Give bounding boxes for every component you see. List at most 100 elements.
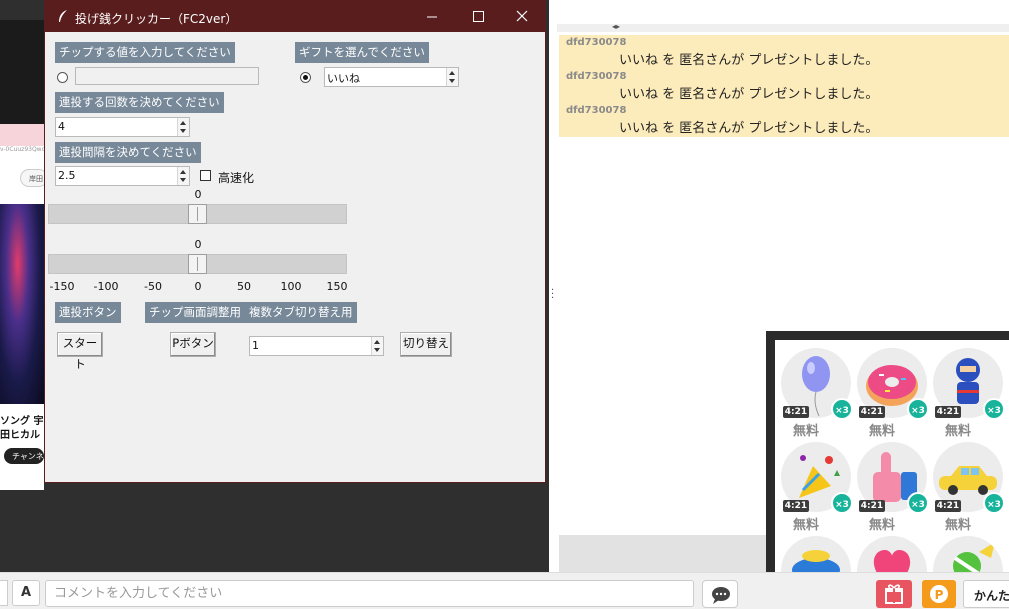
font-size-button[interactable]: A [12, 580, 40, 606]
scale2-slider[interactable] [48, 254, 347, 274]
feed-username: dfd730078 [566, 37, 627, 48]
song-artist: 田ヒカル [0, 430, 40, 441]
burst-section-label: 連投ボタン [55, 302, 121, 323]
minimize-button[interactable] [409, 1, 455, 32]
background-song-info: ソング 宇多 田ヒカル チャンネル [0, 404, 44, 490]
title-bar[interactable]: 投げ銭クリッカー（FC2ver） [45, 1, 545, 32]
feed-message: いいね を 匿名さんが プレゼントしました。 [619, 53, 879, 68]
gift-tile-donut[interactable]: 4:21 ×3 無料 [851, 340, 929, 439]
repeat-count-spinbox[interactable]: 4 [55, 117, 190, 137]
gift-button[interactable] [876, 580, 912, 608]
gift-tile-party-popper[interactable]: 4:21 ×3 無料 [775, 434, 853, 533]
interval-spinbox[interactable]: 2.5 [55, 166, 190, 186]
spinbox-arrows-icon[interactable] [177, 167, 189, 185]
channel-button[interactable]: チャンネル [4, 448, 44, 464]
song-title: ソング 宇多 [0, 416, 44, 427]
feather-icon [59, 10, 67, 22]
tip-value-input[interactable] [75, 67, 259, 85]
feed-message: いいね を 匿名さんが プレゼントしました。 [619, 121, 879, 136]
gift-tile-candy[interactable] [927, 528, 1003, 576]
splitter-handle-icon[interactable]: · · · [551, 286, 555, 304]
gift-radio[interactable] [300, 72, 311, 83]
gift-timer: 4:21 [783, 500, 809, 512]
scale-tick: -100 [93, 280, 119, 293]
point-button[interactable]: P [922, 580, 956, 608]
repeat-count-value: 4 [58, 120, 65, 133]
interval-label: 連投間隔を決めてください [55, 142, 201, 163]
interval-value: 2.5 [58, 169, 76, 182]
scale2-value: 0 [194, 238, 202, 251]
p-button[interactable]: Pボタン [170, 332, 216, 357]
tab-number-value: 1 [252, 339, 259, 352]
spinbox-arrows-icon[interactable] [177, 118, 189, 136]
font-size-icon: A [20, 585, 32, 600]
gift-box-icon [885, 584, 903, 604]
gift-tile-ninja[interactable]: 4:21 ×3 無料 [927, 340, 1005, 439]
point-coin-icon: P [930, 585, 948, 603]
feed-message: いいね を 匿名さんが プレゼントしました。 [619, 87, 879, 102]
gift-spinbox[interactable]: いいね [324, 67, 459, 87]
gift-grid: 4:21 ×3 無料 4:21 ×3 無料 4:21 ×3 無料 4:21 ×3… [775, 340, 1009, 576]
gift-timer: 4:21 [859, 500, 885, 512]
scale-tick: 0 [194, 280, 202, 293]
scale-tick: -50 [144, 280, 162, 293]
background-sidebar: v-0Cuuz93Qwd 岸田 ソング 宇多 田ヒカル チャンネル [0, 20, 44, 490]
scale-tick: 100 [280, 280, 302, 293]
background-url-text: v-0Cuuz93Qwd [0, 146, 44, 158]
speedup-label: 高速化 [218, 171, 255, 185]
gift-multiplier-badge: ×3 [907, 492, 929, 514]
scale-tick: 50 [237, 280, 251, 293]
chat-header-strip [557, 24, 1009, 32]
scale-tick: -150 [49, 280, 75, 293]
background-banner [0, 124, 44, 146]
background-thumbnail[interactable] [0, 204, 44, 404]
gift-timer: 4:21 [859, 406, 885, 418]
start-button[interactable]: スタート [57, 332, 103, 371]
tab-number-spinbox[interactable]: 1 [249, 336, 384, 356]
svg-text:P: P [935, 588, 944, 602]
window-client-area: チップする値を入力してください ギフトを選んでください いいね 連投する回数を決… [45, 32, 545, 482]
background-chip[interactable]: 岸田 [20, 169, 44, 187]
gift-tile-taxi[interactable]: 4:21 ×3 無料 [927, 434, 1005, 533]
tip-radio[interactable] [57, 72, 68, 83]
close-icon [516, 10, 528, 22]
speech-bubble-icon [712, 587, 730, 604]
gift-multiplier-badge: ×3 [831, 492, 853, 514]
feed-item: dfd730078 いいね を 匿名さんが プレゼントしました。 [559, 35, 1009, 69]
heart-icon [857, 536, 927, 576]
minimize-icon [427, 16, 437, 18]
gift-timer: 4:21 [783, 406, 809, 418]
hidden-button[interactable] [0, 580, 8, 606]
comment-bar: A P かんたん [0, 572, 1009, 609]
comment-input[interactable] [45, 580, 694, 607]
gift-tile-heart[interactable] [851, 528, 927, 576]
gift-multiplier-badge: ×3 [831, 398, 853, 420]
scale2-thumb[interactable] [188, 254, 207, 274]
clicker-window: 投げ銭クリッカー（FC2ver） チップする値を入力してください ギフトを選んで… [44, 0, 546, 483]
scale1-thumb[interactable] [188, 204, 207, 224]
scale-tick: 150 [326, 280, 348, 293]
gift-panel: 4:21 ×3 無料 4:21 ×3 無料 4:21 ×3 無料 4:21 ×3… [766, 331, 1009, 580]
speech-bubble-button[interactable] [702, 580, 738, 608]
gift-spinbox-value: いいね [327, 72, 360, 85]
gift-timer: 4:21 [935, 406, 961, 418]
gift-tile-fish[interactable] [775, 528, 851, 576]
window-title: 投げ銭クリッカー（FC2ver） [75, 12, 238, 26]
feed-item: dfd730078 いいね を 匿名さんが プレゼントしました。 [559, 103, 1009, 137]
repeat-count-label: 連投する回数を決めてください [55, 92, 224, 113]
speedup-checkbox[interactable] [200, 170, 211, 181]
maximize-button[interactable] [455, 1, 501, 32]
switch-button[interactable]: 切り替え [400, 332, 452, 357]
close-button[interactable] [499, 1, 545, 32]
resize-arrows-icon[interactable]: ◂▸ [612, 22, 620, 31]
gift-multiplier-badge: ×3 [983, 492, 1005, 514]
scale1-slider[interactable] [48, 204, 347, 224]
feed-username: dfd730078 [566, 105, 627, 116]
maximize-icon [473, 11, 484, 22]
fish-icon [781, 536, 851, 576]
gift-tile-balloon[interactable]: 4:21 ×3 無料 [775, 340, 853, 439]
spinbox-arrows-icon[interactable] [446, 68, 458, 86]
easy-button[interactable]: かんたん [963, 580, 1009, 608]
gift-tile-thumbs-up[interactable]: 4:21 ×3 無料 [851, 434, 929, 533]
spinbox-arrows-icon[interactable] [371, 337, 383, 355]
